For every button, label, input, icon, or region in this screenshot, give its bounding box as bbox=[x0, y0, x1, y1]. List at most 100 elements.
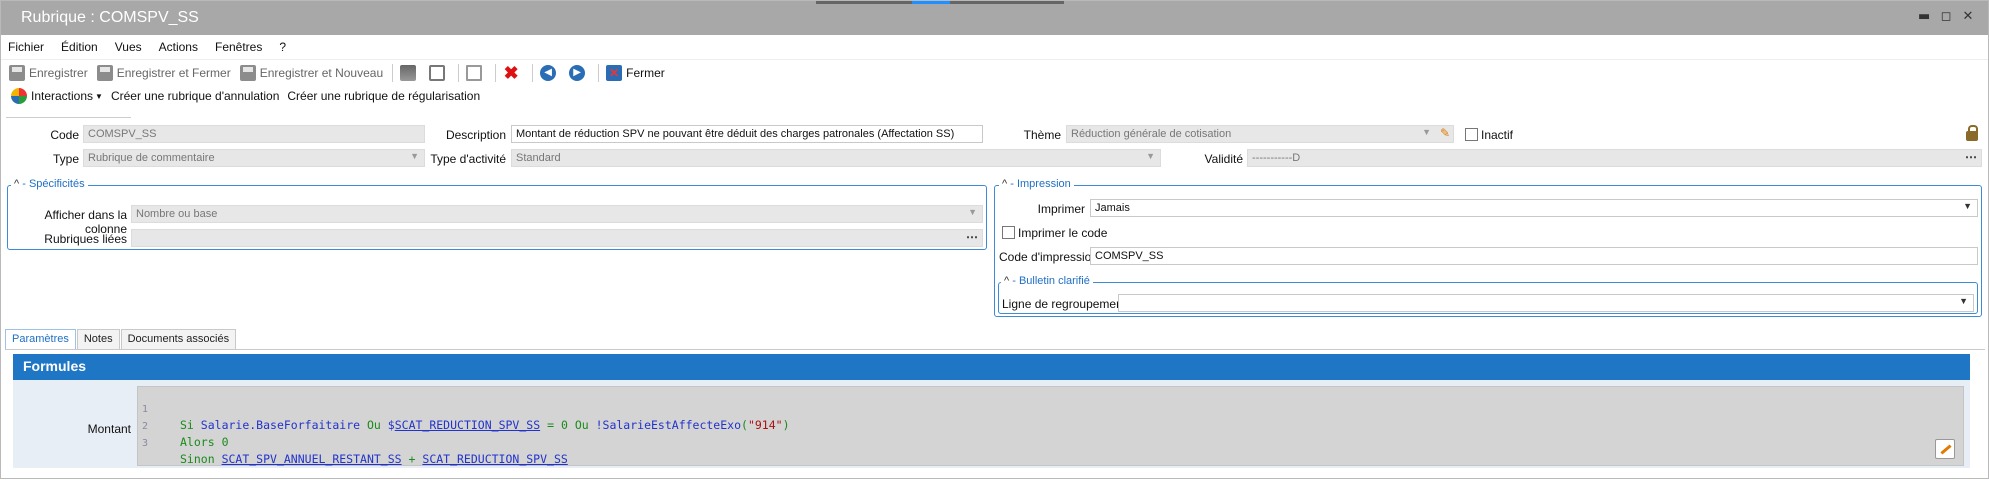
impression-title-text: Impression bbox=[1016, 178, 1071, 190]
maximize-icon[interactable]: ◻ bbox=[1940, 10, 1952, 23]
tab-parametres[interactable]: Paramètres bbox=[5, 329, 76, 349]
preview-button[interactable] bbox=[429, 64, 449, 81]
collapse-caret-icon: ^ bbox=[1004, 275, 1010, 287]
code-line: 1 Si Salarie.BaseForfaitaire Ou $SCAT_RE… bbox=[138, 390, 790, 432]
activity-type-dropdown[interactable]: Standard ▼ bbox=[511, 149, 1161, 167]
create-regul-rubric-link[interactable]: Créer une rubrique de régularisation bbox=[287, 89, 480, 103]
print-label: Imprimer bbox=[1037, 202, 1085, 216]
code-field[interactable]: COMSPV_SS bbox=[83, 125, 425, 143]
interactions-dropdown[interactable]: Interactions ▼ bbox=[11, 88, 103, 104]
menu-bar: Fichier Édition Vues Actions Fenêtres ? bbox=[1, 35, 1988, 59]
code-label: Code bbox=[50, 128, 79, 142]
chevron-down-icon: ▼ bbox=[1146, 151, 1155, 161]
group-line-label: Ligne de regroupement bbox=[1002, 297, 1127, 311]
validity-value: -----------D bbox=[1252, 152, 1301, 164]
menu-edition[interactable]: Édition bbox=[61, 40, 98, 54]
chevron-down-icon: ▼ bbox=[1963, 201, 1972, 211]
delete-icon: ✖ bbox=[503, 62, 519, 83]
delete-button[interactable]: ✖ bbox=[503, 62, 523, 83]
previous-button[interactable]: ◀ bbox=[540, 64, 560, 81]
specificites-title[interactable]: ^ - Spécificités bbox=[11, 178, 88, 190]
collapse-caret-icon: ^ bbox=[1002, 178, 1008, 190]
save-close-button[interactable]: Enregistrer et Fermer bbox=[96, 64, 231, 81]
ellipsis-icon[interactable]: ⋯ bbox=[1965, 150, 1977, 164]
header-divider bbox=[6, 117, 131, 118]
edit-pencil-icon[interactable]: ✎ bbox=[1440, 126, 1450, 140]
bulletin-title-text: Bulletin clarifié bbox=[1018, 275, 1090, 287]
theme-dropdown[interactable]: Réduction générale de cotisation ▼ ✎ bbox=[1066, 125, 1454, 143]
close-icon[interactable]: ✕ bbox=[1962, 10, 1974, 23]
description-label: Description bbox=[445, 128, 506, 142]
close-window-icon: ✕ bbox=[606, 64, 623, 81]
minimize-icon[interactable]: ▬ bbox=[1918, 10, 1930, 23]
arrow-left-icon: ◀ bbox=[540, 64, 557, 81]
window-title: Rubrique : COMSPV_SS bbox=[21, 9, 199, 26]
code-line: 3 Sinon SCAT_SPV_ANNUEL_RESTANT_SS + SCA… bbox=[138, 424, 568, 466]
save-close-label: Enregistrer et Fermer bbox=[116, 65, 231, 80]
menu-actions[interactable]: Actions bbox=[159, 40, 198, 54]
toolbar-separator bbox=[598, 63, 600, 82]
type-dropdown[interactable]: Rubrique de commentaire ▼ bbox=[83, 149, 425, 167]
code-line-2: Alors 0 bbox=[180, 435, 229, 449]
lock-icon[interactable] bbox=[1966, 125, 1978, 141]
print-dropdown[interactable]: Jamais ▼ bbox=[1090, 199, 1978, 217]
montant-label: Montant bbox=[87, 422, 131, 436]
menu-fichier[interactable]: Fichier bbox=[8, 40, 44, 54]
print-preview-icon bbox=[429, 64, 446, 81]
create-cancel-rubric-link[interactable]: Créer une rubrique d'annulation bbox=[111, 89, 279, 103]
arrow-right-icon: ▶ bbox=[569, 64, 586, 81]
display-column-dropdown[interactable]: Nombre ou base ▼ bbox=[131, 205, 983, 223]
type-value: Rubrique de commentaire bbox=[88, 152, 215, 164]
ellipsis-icon[interactable]: ⋯ bbox=[966, 230, 978, 244]
top-stripe bbox=[816, 1, 1064, 4]
save-icon bbox=[9, 64, 25, 81]
linked-rubrics-field[interactable]: ⋯ bbox=[131, 229, 983, 247]
top-stripe-accent bbox=[912, 1, 950, 4]
menu-vues[interactable]: Vues bbox=[115, 40, 142, 54]
activity-type-value: Standard bbox=[516, 152, 561, 164]
collapse-caret-icon: ^ bbox=[14, 178, 20, 190]
validity-field[interactable]: -----------D ⋯ bbox=[1247, 149, 1982, 167]
chevron-down-icon: ▼ bbox=[410, 151, 419, 161]
toolbar: Enregistrer Enregistrer et Fermer Enregi… bbox=[1, 59, 1988, 85]
print-code-field[interactable]: COMSPV_SS bbox=[1090, 247, 1978, 265]
description-field[interactable]: Montant de réduction SPV ne pouvant être… bbox=[511, 125, 983, 143]
theme-label: Thème bbox=[1023, 128, 1061, 142]
theme-value: Réduction générale de cotisation bbox=[1071, 128, 1232, 140]
save-button[interactable]: Enregistrer bbox=[9, 64, 88, 81]
print-button[interactable] bbox=[400, 64, 420, 81]
print-code-name-label: Code d'impression bbox=[999, 250, 1099, 264]
title-bar[interactable]: Rubrique : COMSPV_SS ▬ ◻ ✕ bbox=[1, 1, 1988, 35]
print-code-label: Imprimer le code bbox=[1018, 226, 1108, 240]
code-line: 2 Alors 0 bbox=[138, 407, 229, 449]
toolbar-separator bbox=[392, 63, 394, 82]
edit-formula-pencil-icon[interactable] bbox=[1935, 439, 1955, 459]
specificites-title-text: Spécificités bbox=[28, 178, 85, 190]
menu-help[interactable]: ? bbox=[279, 40, 286, 54]
inactif-checkbox[interactable] bbox=[1465, 128, 1478, 141]
save-new-button[interactable]: Enregistrer et Nouveau bbox=[239, 64, 383, 81]
action-bar: Interactions ▼ Créer une rubrique d'annul… bbox=[1, 85, 1988, 107]
menu-fenetres[interactable]: Fenêtres bbox=[215, 40, 262, 54]
print-code-checkbox[interactable] bbox=[1002, 226, 1015, 239]
toolbar-separator bbox=[532, 63, 534, 82]
copy-button[interactable] bbox=[466, 64, 486, 81]
next-button[interactable]: ▶ bbox=[569, 64, 589, 81]
save-new-icon bbox=[239, 64, 256, 81]
tab-documents[interactable]: Documents associés bbox=[120, 329, 237, 349]
validity-label: Validité bbox=[1204, 152, 1243, 166]
interactions-icon bbox=[11, 88, 27, 104]
group-line-dropdown[interactable]: ▼ bbox=[1118, 294, 1974, 312]
print-value: Jamais bbox=[1095, 202, 1130, 214]
close-button[interactable]: ✕ Fermer bbox=[606, 64, 665, 81]
rubrique-window: Rubrique : COMSPV_SS ▬ ◻ ✕ Fichier Éditi… bbox=[0, 0, 1989, 479]
chevron-down-icon: ▼ bbox=[1959, 296, 1968, 306]
toolbar-separator bbox=[495, 63, 497, 82]
line-number: 3 bbox=[142, 438, 149, 449]
bulletin-title[interactable]: ^ - Bulletin clarifié bbox=[1001, 275, 1093, 287]
tab-notes[interactable]: Notes bbox=[76, 329, 120, 349]
save-close-icon bbox=[96, 64, 113, 81]
formula-editor[interactable]: 1 Si Salarie.BaseForfaitaire Ou $SCAT_RE… bbox=[137, 386, 1964, 466]
impression-title[interactable]: ^ - Impression bbox=[999, 178, 1074, 190]
printer-icon bbox=[400, 64, 417, 81]
